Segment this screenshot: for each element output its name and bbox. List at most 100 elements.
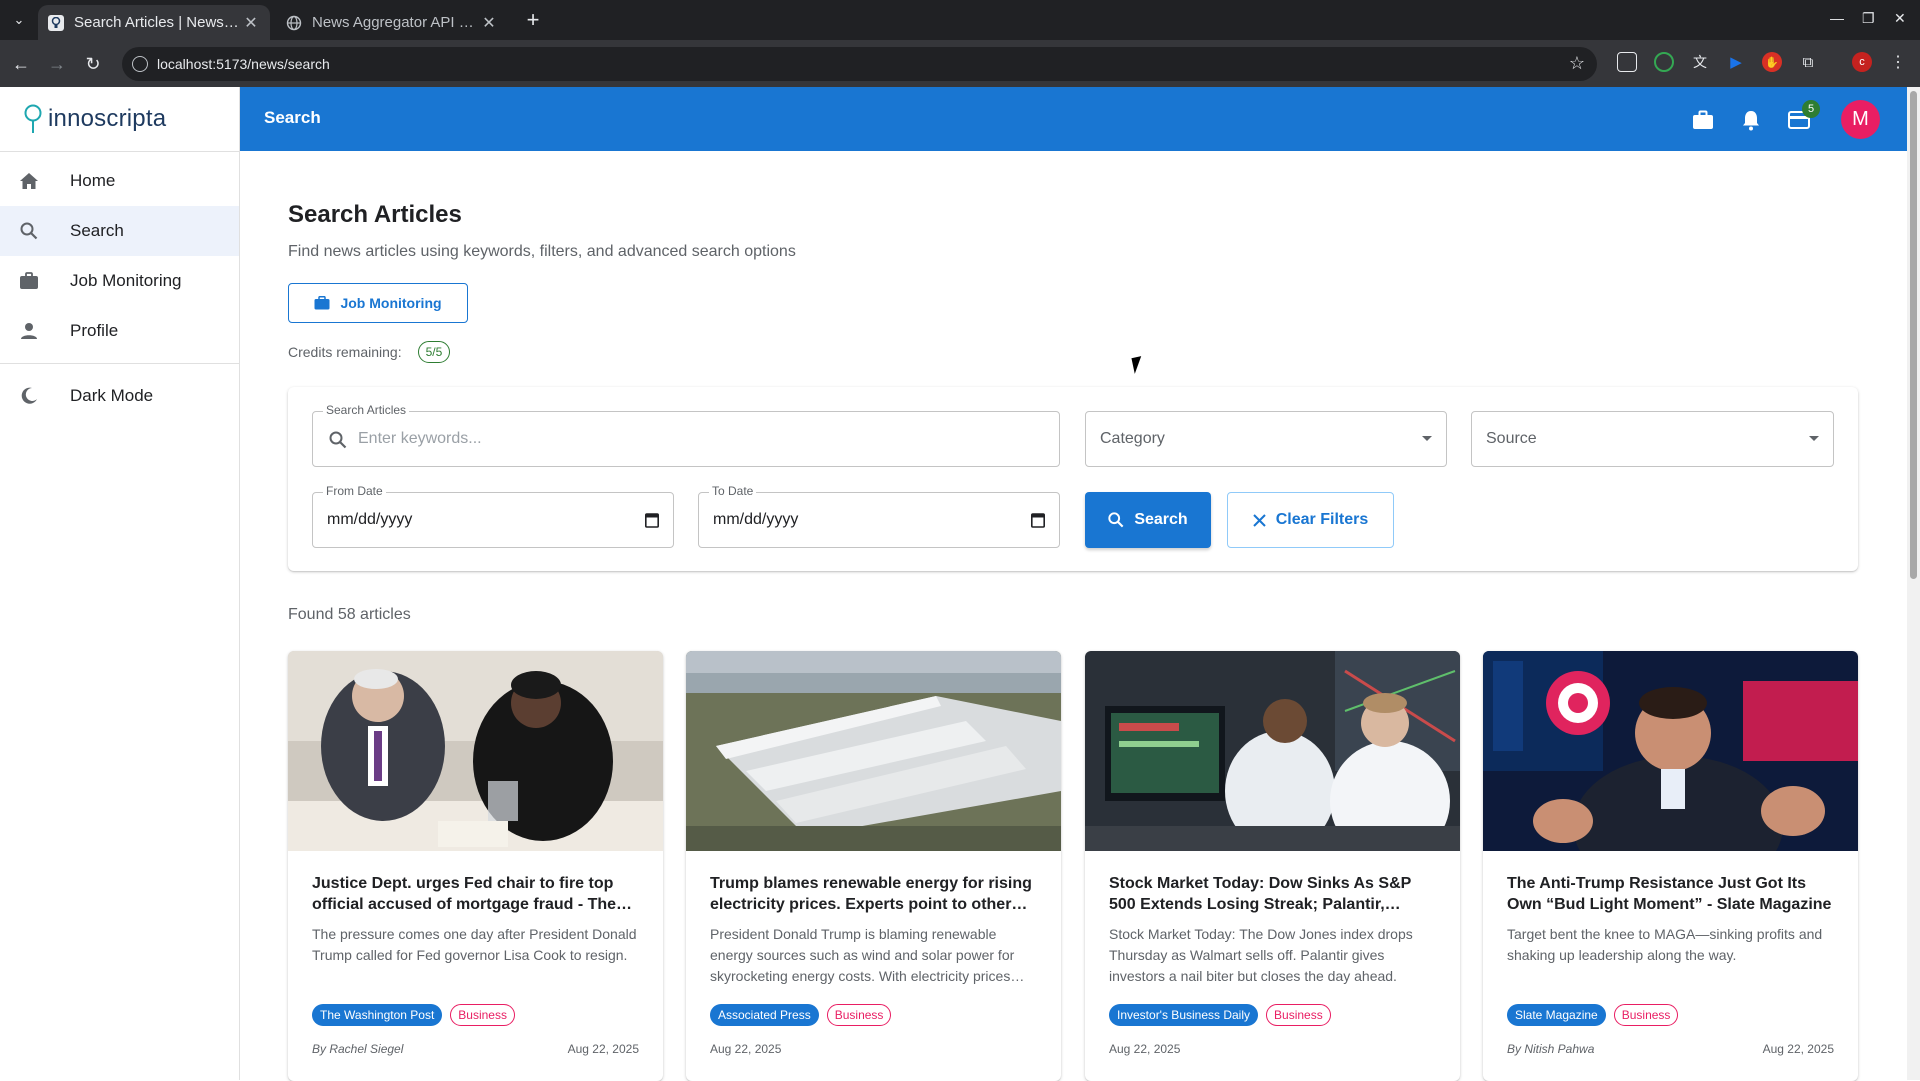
- app-bar-title: Search: [264, 108, 321, 127]
- reload-icon[interactable]: ↻: [82, 53, 104, 75]
- search-filters-card: Search Articles Enter keywords... Catego…: [288, 387, 1858, 571]
- article-description: Stock Market Today: The Dow Jones index …: [1109, 926, 1413, 984]
- main-content: Search Articles Find news articles using…: [288, 151, 1858, 1081]
- article-date: Aug 22, 2025: [1762, 1042, 1834, 1056]
- qr-extension-icon[interactable]: [1617, 52, 1637, 72]
- search-button[interactable]: Search: [1085, 492, 1211, 548]
- source-chip[interactable]: The Washington Post: [312, 1004, 443, 1026]
- to-date-field[interactable]: To Date mm/dd/yyyy: [698, 484, 1060, 548]
- article-card[interactable]: Stock Market Today: Dow Sinks As S&P 500…: [1085, 651, 1460, 1081]
- chevron-down-icon: [1422, 436, 1432, 441]
- sidebar-item-job-monitoring[interactable]: Job Monitoring: [0, 256, 239, 306]
- bulb-logo-icon: [24, 104, 42, 133]
- bookmark-star-icon[interactable]: ☆: [1569, 53, 1585, 74]
- job-monitoring-button[interactable]: Job Monitoring: [288, 283, 468, 323]
- article-chips: The Washington Post Business: [312, 1004, 515, 1026]
- translate-extension-icon[interactable]: 文: [1690, 52, 1710, 72]
- category-chip[interactable]: Business: [826, 1004, 892, 1026]
- article-card[interactable]: Trump blames renewable energy for rising…: [686, 651, 1061, 1081]
- calendar-icon[interactable]: [645, 512, 659, 528]
- source-select[interactable]: Source: [1471, 411, 1834, 467]
- search-icon: [329, 431, 347, 449]
- article-description: Target bent the knee to MAGA—sinking pro…: [1507, 926, 1823, 963]
- article-title[interactable]: The Anti-Trump Resistance Just Got Its O…: [1507, 873, 1837, 915]
- briefcase-icon: [18, 270, 40, 292]
- article-title[interactable]: Stock Market Today: Dow Sinks As S&P 500…: [1109, 873, 1439, 915]
- restore-icon[interactable]: ❐: [1862, 10, 1875, 27]
- from-date-field[interactable]: From Date mm/dd/yyyy: [312, 484, 674, 548]
- forward-icon[interactable]: →: [46, 53, 68, 75]
- article-image[interactable]: [1085, 651, 1460, 851]
- extensions-puzzle-icon[interactable]: ⧉: [1798, 52, 1818, 72]
- source-chip[interactable]: Slate Magazine: [1507, 1004, 1606, 1026]
- article-title[interactable]: Justice Dept. urges Fed chair to fire to…: [312, 873, 642, 915]
- sidebar-item-label: Profile: [70, 321, 119, 340]
- hand-extension-icon[interactable]: ✋: [1762, 52, 1782, 72]
- sidebar-divider: [0, 363, 239, 364]
- page-subtitle: Find news articles using keywords, filte…: [288, 243, 796, 260]
- article-chips: Associated Press Business: [710, 1004, 892, 1026]
- article-image[interactable]: [1483, 651, 1858, 851]
- sidebar-item-search[interactable]: Search: [0, 206, 239, 256]
- search-input[interactable]: Search Articles Enter keywords...: [312, 403, 1060, 467]
- logo-text: innoscripta: [48, 105, 167, 132]
- close-icon: [1253, 513, 1266, 527]
- credit-card-icon[interactable]: 5: [1786, 100, 1820, 133]
- browser-tab-active[interactable]: Search Articles | News Aggregator ✕: [38, 5, 270, 40]
- browser-tab-inactive[interactable]: News Aggregator API Docs ✕: [276, 5, 508, 40]
- article-title[interactable]: Trump blames renewable energy for rising…: [710, 873, 1040, 915]
- app-root: innoscripta Home Search Job Monitoring P…: [0, 87, 1920, 1081]
- category-chip[interactable]: Business: [1266, 1004, 1331, 1026]
- new-tab-icon[interactable]: +: [520, 8, 546, 34]
- address-bar[interactable]: localhost:5173/news/search ☆: [122, 47, 1597, 81]
- briefcase-icon[interactable]: [1690, 107, 1716, 133]
- logo[interactable]: innoscripta: [0, 87, 239, 152]
- category-chip[interactable]: Business: [1613, 1004, 1679, 1026]
- sidebar-item-home[interactable]: Home: [0, 156, 239, 206]
- article-description: The pressure comes one day after Preside…: [312, 926, 637, 963]
- site-info-icon[interactable]: [132, 56, 148, 72]
- clear-filters-button[interactable]: Clear Filters: [1227, 492, 1394, 548]
- search-icon: [18, 220, 40, 242]
- article-author: By Rachel Siegel: [312, 1042, 404, 1056]
- chevron-down-icon: [1809, 436, 1819, 441]
- sidebar-item-profile[interactable]: Profile: [0, 306, 239, 356]
- source-chip[interactable]: Associated Press: [710, 1004, 819, 1026]
- calendar-icon[interactable]: [1031, 512, 1045, 528]
- source-select-text: Source: [1486, 430, 1537, 447]
- category-select[interactable]: Category: [1085, 411, 1447, 467]
- page-title: Search Articles: [288, 201, 462, 228]
- page-scrollbar[interactable]: [1907, 87, 1920, 1080]
- browser-menu-icon[interactable]: ⋮: [1888, 52, 1908, 72]
- minimize-icon[interactable]: —: [1830, 10, 1844, 26]
- url-text[interactable]: localhost:5173/news/search: [157, 56, 330, 72]
- article-card[interactable]: Justice Dept. urges Fed chair to fire to…: [288, 651, 663, 1081]
- article-image[interactable]: [686, 651, 1061, 851]
- category-chip[interactable]: Business: [450, 1004, 515, 1026]
- bell-icon[interactable]: [1738, 107, 1764, 133]
- search-input-label: Search Articles: [323, 403, 410, 417]
- bulb-favicon-icon: [48, 14, 64, 31]
- search-placeholder: Enter keywords...: [358, 430, 482, 447]
- sidebar-item-label: Home: [70, 171, 116, 190]
- record-extension-icon[interactable]: [1654, 52, 1674, 72]
- dark-mode-label: Dark Mode: [70, 386, 154, 405]
- source-chip[interactable]: Investor's Business Daily: [1109, 1004, 1259, 1026]
- close-tab-icon[interactable]: ✕: [242, 13, 260, 33]
- back-icon[interactable]: ←: [10, 53, 32, 75]
- avatar[interactable]: M: [1841, 100, 1880, 139]
- credits-row: Credits remaining: 5/5: [288, 341, 451, 363]
- to-date-label: To Date: [709, 484, 757, 498]
- profile-avatar-icon[interactable]: c: [1852, 52, 1872, 72]
- tab-search-menu-icon[interactable]: ⌄: [6, 8, 32, 32]
- close-tab-icon[interactable]: ✕: [480, 13, 498, 33]
- window-close-icon[interactable]: ✕: [1894, 10, 1906, 27]
- dark-mode-toggle[interactable]: Dark Mode: [0, 371, 239, 421]
- article-card[interactable]: The Anti-Trump Resistance Just Got Its O…: [1483, 651, 1858, 1081]
- category-select-text: Category: [1100, 430, 1165, 447]
- person-icon: [18, 320, 40, 342]
- article-image[interactable]: [288, 651, 663, 851]
- scrollbar-thumb[interactable]: [1910, 91, 1917, 579]
- article-description: President Donald Trump is blaming renewa…: [710, 926, 1015, 984]
- play-extension-icon[interactable]: ▶: [1726, 52, 1746, 72]
